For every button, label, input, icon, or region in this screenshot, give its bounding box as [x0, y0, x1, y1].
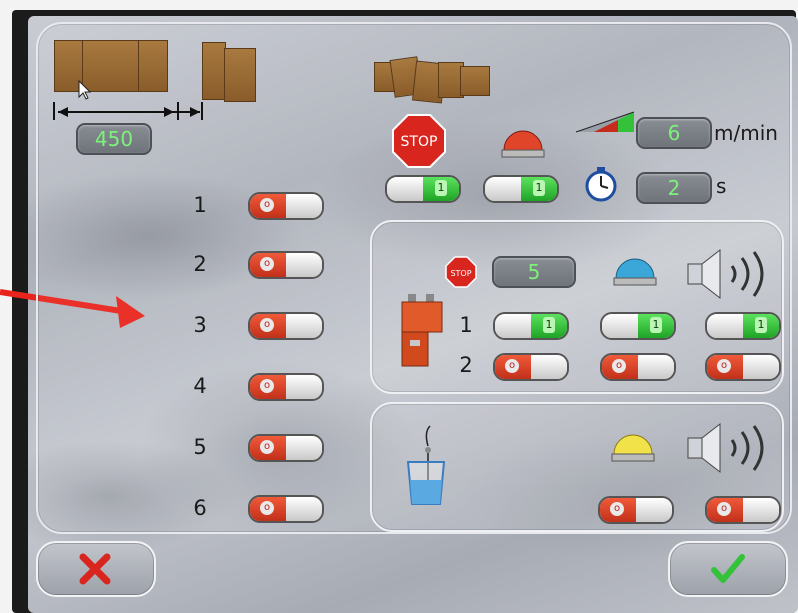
beacon-blue-icon — [613, 258, 657, 286]
sensor-toggle[interactable]: o — [248, 192, 324, 220]
x-icon — [79, 553, 111, 585]
sensor-toggle[interactable]: o — [248, 373, 324, 401]
horn-icon — [687, 422, 764, 474]
confirm-button[interactable] — [668, 541, 788, 597]
glue-count-input[interactable]: 5 — [492, 256, 576, 288]
speed-input[interactable]: 6 — [636, 117, 712, 149]
delay-unit: s — [716, 174, 727, 198]
beacon-yellow-icon — [611, 434, 655, 462]
length-dimension-icon — [53, 102, 203, 120]
glue-row2-horn-toggle[interactable]: o — [705, 353, 781, 381]
glue-row1-stop-toggle[interactable]: 1 — [493, 312, 569, 340]
tank-beacon-toggle[interactable]: o — [598, 496, 674, 524]
beacon-red-icon — [501, 130, 545, 158]
sensor-number: 6 — [193, 496, 207, 520]
sensor-toggle[interactable]: o — [248, 434, 324, 462]
speed-ramp-icon — [575, 111, 635, 133]
glue-unit-icon — [401, 294, 443, 367]
svg-text:STOP: STOP — [401, 134, 438, 150]
sensor-toggle[interactable]: o — [248, 251, 324, 279]
horn-icon — [687, 248, 764, 300]
beacon-toggle[interactable]: 1 — [483, 175, 559, 203]
glue-row2-beacon-toggle[interactable]: o — [600, 353, 676, 381]
stop-sign-small-icon: STOP — [445, 256, 477, 288]
stopwatch-icon — [585, 167, 617, 202]
cancel-button[interactable] — [36, 541, 156, 597]
sensor-number: 3 — [193, 313, 207, 337]
sensor-number: 5 — [193, 435, 207, 459]
glue-row2-stop-toggle[interactable]: o — [493, 353, 569, 381]
stop-sign-icon: STOP — [392, 114, 446, 168]
sensor-number: 1 — [193, 193, 207, 217]
glue-row-number: 1 — [459, 313, 473, 337]
svg-text:STOP: STOP — [450, 269, 471, 278]
glue-row1-horn-toggle[interactable]: 1 — [705, 312, 781, 340]
check-icon — [711, 554, 745, 583]
delay-input[interactable]: 2 — [636, 172, 712, 204]
glue-row-number: 2 — [459, 353, 473, 377]
tank-level-icon — [406, 425, 446, 505]
tank-horn-toggle[interactable]: o — [705, 496, 781, 524]
sensor-number: 2 — [193, 252, 207, 276]
speed-unit: m/min — [714, 121, 778, 145]
sensor-toggle[interactable]: o — [248, 312, 324, 340]
sensor-toggle[interactable]: o — [248, 495, 324, 523]
glue-row1-beacon-toggle[interactable]: 1 — [600, 312, 676, 340]
length-input[interactable]: 450 — [76, 123, 152, 155]
stop-toggle[interactable]: 1 — [385, 175, 461, 203]
sensor-number: 4 — [193, 374, 207, 398]
